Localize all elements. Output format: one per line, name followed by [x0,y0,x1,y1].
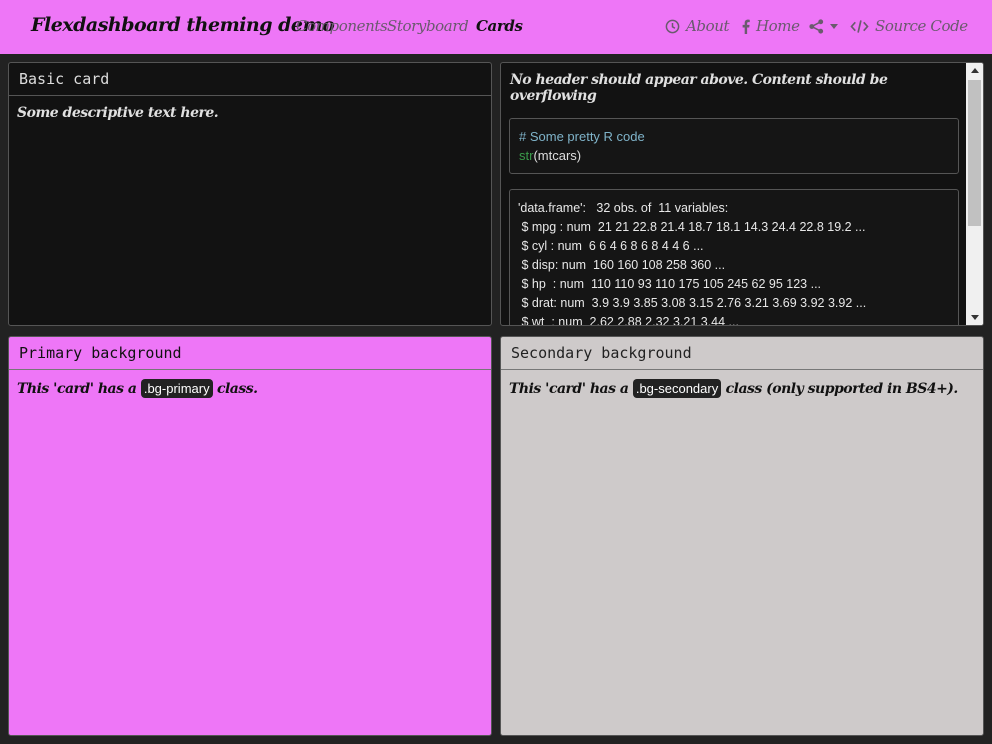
output-line: $ cyl : num 6 6 4 6 8 6 8 4 4 6 ... [518,239,704,253]
code-card-content[interactable]: No header should appear above. Content s… [501,63,967,325]
nav-source-code[interactable]: Source Code [850,17,968,35]
about-label: About [686,17,730,35]
output-line: $ disp: num 160 160 108 258 360 ... [518,258,726,272]
scroll-down-arrow-icon[interactable] [966,310,983,325]
primary-text-after: class. [216,381,258,397]
primary-card-title: Primary background [9,337,491,370]
secondary-card: Secondary background This 'card' has a .… [500,336,984,736]
nav-about[interactable]: About [665,17,730,35]
facebook-icon [742,19,750,34]
source-code-label: Source Code [875,17,968,35]
output-line: 'data.frame': 32 obs. of 11 variables: [518,201,729,215]
code-function: str [519,148,534,163]
home-label: Home [756,17,800,35]
code-comment: # Some pretty R code [519,129,645,144]
share-dropdown[interactable] [809,19,838,34]
secondary-card-text: This 'card' has a .bg-secondary class (o… [501,370,983,407]
primary-card: Primary background This 'card' has a .bg… [8,336,492,736]
navbar: Flexdashboard theming demo Components St… [0,0,992,54]
output-line: $ hp : num 110 110 93 110 175 105 245 62… [518,277,822,291]
code-args: (mtcars) [533,148,582,163]
code-icon [850,19,869,34]
bg-primary-badge: .bg-primary [140,379,213,398]
secondary-text-after: class (only supported in BS4+). [725,381,959,397]
secondary-text-before: This 'card' has a [509,381,629,397]
code-line: str(mtcars) [519,146,949,165]
code-card: No header should appear above. Content s… [500,62,984,326]
output-line: $ wt : num 2.62 2.88 2.32 3.21 3.44 ... [518,315,739,325]
vertical-scrollbar[interactable] [966,63,983,325]
caret-down-icon [830,24,838,29]
code-block: # Some pretty R code str(mtcars) [509,118,959,174]
nav-link-cards[interactable]: Cards [476,17,523,35]
output-line: $ mpg : num 21 21 22.8 21.4 18.7 18.1 14… [518,220,866,234]
primary-text-before: This 'card' has a [17,381,137,397]
primary-card-text: This 'card' has a .bg-primary class. [9,370,491,407]
nav-link-components[interactable]: Components [296,17,388,35]
nav-link-storyboard[interactable]: Storyboard [387,17,469,35]
scroll-up-arrow-icon[interactable] [966,63,983,78]
brand-title[interactable]: Flexdashboard theming demo [31,14,335,36]
code-card-heading: No header should appear above. Content s… [510,72,888,104]
secondary-card-title: Secondary background [501,337,983,370]
basic-card: Basic card Some descriptive text here. [8,62,492,326]
basic-card-title: Basic card [9,63,491,96]
scrollbar-thumb[interactable] [968,80,981,226]
basic-card-text: Some descriptive text here. [17,105,219,121]
bg-secondary-badge: .bg-secondary [632,379,722,398]
nav-home[interactable]: Home [742,17,800,35]
output-line: $ drat: num 3.9 3.9 3.85 3.08 3.15 2.76 … [518,296,867,310]
output-block: 'data.frame': 32 obs. of 11 variables: $… [509,189,959,325]
share-icon [809,19,824,34]
clock-icon [665,19,680,34]
